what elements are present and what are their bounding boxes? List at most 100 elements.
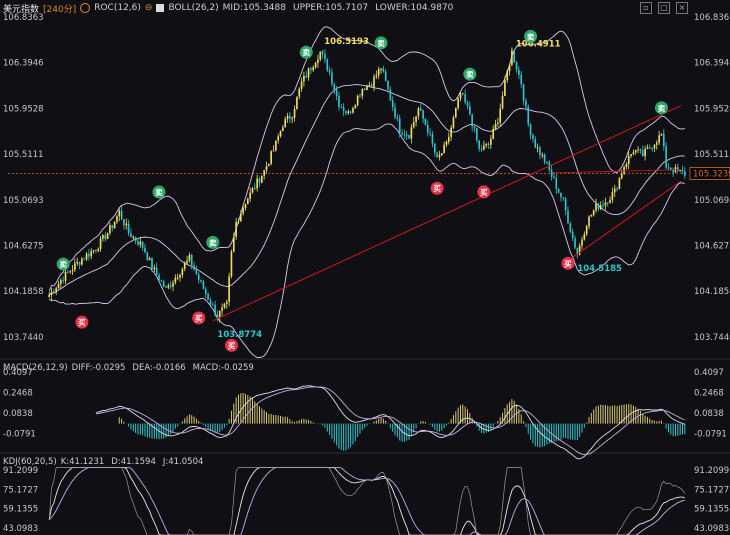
candle-body bbox=[48, 295, 50, 298]
y-tick-right: 104.6275 bbox=[694, 242, 730, 252]
candle-body bbox=[284, 119, 287, 128]
candle-body bbox=[480, 148, 483, 150]
candle-body bbox=[452, 117, 455, 128]
candle-body bbox=[426, 124, 429, 133]
macd-tick-right: 0.0838 bbox=[694, 409, 724, 419]
kdj-tick-left: 75.1727 bbox=[3, 485, 38, 495]
candle-body bbox=[574, 238, 576, 248]
candle-body bbox=[522, 84, 525, 101]
candle-body bbox=[272, 150, 275, 152]
candle-body bbox=[387, 81, 389, 90]
candle-body bbox=[102, 235, 104, 239]
y-tick-left: 106.3946 bbox=[3, 59, 44, 69]
candle-body bbox=[366, 85, 368, 90]
candle-body bbox=[525, 100, 527, 107]
y-tick-right: 105.9528 bbox=[694, 104, 730, 114]
candle-body bbox=[347, 111, 350, 113]
candle-body bbox=[85, 253, 88, 260]
candle-body bbox=[630, 154, 632, 156]
candle-body bbox=[469, 105, 471, 115]
candle-body bbox=[370, 84, 373, 87]
candle-body bbox=[557, 188, 560, 193]
candle-body bbox=[242, 208, 244, 214]
y-tick-left: 106.8363 bbox=[3, 13, 44, 23]
candle-body bbox=[148, 258, 151, 261]
buy-signal-label: 买 bbox=[78, 318, 86, 327]
candle-body bbox=[223, 303, 226, 308]
candle-body bbox=[389, 89, 392, 101]
candle-body bbox=[312, 67, 315, 71]
candle-body bbox=[478, 140, 480, 149]
candle-body bbox=[550, 169, 553, 177]
candle-body bbox=[504, 80, 506, 97]
candle-body bbox=[368, 84, 371, 86]
trend-line-lower bbox=[563, 180, 682, 265]
candle-body bbox=[352, 108, 354, 113]
candle-body bbox=[616, 188, 618, 190]
candle-body bbox=[380, 68, 382, 70]
candle-body bbox=[256, 178, 258, 189]
candle-body bbox=[660, 133, 663, 136]
macd-tick-left: -0.0791 bbox=[3, 430, 36, 440]
kdj-title[interactable]: KDJ(60,20,5) bbox=[3, 457, 57, 467]
candle-body bbox=[520, 74, 523, 85]
candle-body bbox=[669, 168, 672, 170]
candle-body bbox=[331, 72, 333, 84]
candle-body bbox=[338, 95, 340, 108]
candle-body bbox=[95, 250, 97, 252]
candle-body bbox=[419, 108, 422, 111]
candle-body bbox=[282, 127, 284, 131]
candle-body bbox=[317, 59, 319, 64]
candle-body bbox=[207, 293, 209, 300]
candle-body bbox=[532, 134, 534, 139]
candle-body bbox=[345, 110, 347, 113]
candle-body bbox=[632, 152, 635, 155]
kdj-tick-right: 91.2099 bbox=[694, 466, 729, 476]
candle-body bbox=[92, 250, 95, 252]
candle-body bbox=[592, 210, 595, 216]
candle-body bbox=[492, 128, 495, 139]
candle-body bbox=[120, 210, 123, 220]
candle-body bbox=[109, 225, 111, 233]
candle-body bbox=[599, 205, 602, 209]
candle-body bbox=[567, 210, 569, 224]
candle-body bbox=[415, 116, 417, 123]
candle-body bbox=[609, 199, 611, 204]
candle-body bbox=[289, 115, 291, 119]
candle-body bbox=[67, 271, 69, 273]
kdj-j: J:41.0504 bbox=[162, 457, 204, 467]
candle-body bbox=[459, 92, 462, 99]
candle-body bbox=[340, 107, 343, 109]
candle-body bbox=[172, 282, 174, 287]
candle-body bbox=[174, 277, 177, 283]
candle-body bbox=[169, 285, 172, 287]
candle-body bbox=[454, 108, 457, 118]
candle-body bbox=[412, 122, 415, 128]
y-tick-right: 105.0693 bbox=[694, 196, 730, 206]
candle-body bbox=[88, 253, 90, 257]
macd-title[interactable]: MACD(26,12,9) bbox=[3, 363, 68, 373]
candle-body bbox=[541, 154, 544, 156]
candle-body bbox=[57, 283, 60, 289]
candle-body bbox=[50, 291, 53, 296]
sell-signal-label: 卖 bbox=[155, 187, 163, 197]
candle-body bbox=[583, 234, 586, 240]
candle-body bbox=[662, 133, 665, 147]
candle-body bbox=[216, 314, 219, 318]
candle-body bbox=[513, 50, 516, 63]
candle-body bbox=[181, 268, 184, 275]
candle-body bbox=[314, 63, 317, 68]
candle-body bbox=[158, 274, 160, 281]
candle-body bbox=[356, 95, 359, 106]
candle-body bbox=[62, 280, 65, 282]
candle-body bbox=[123, 219, 125, 226]
extreme-label: 106.5193 bbox=[324, 37, 369, 47]
candle-body bbox=[590, 215, 593, 217]
candle-body bbox=[466, 102, 469, 106]
candle-body bbox=[303, 75, 305, 82]
candle-body bbox=[637, 149, 639, 151]
candle-body bbox=[104, 235, 107, 240]
candle-body bbox=[305, 75, 308, 78]
candle-body bbox=[55, 288, 57, 293]
candle-body bbox=[604, 202, 607, 206]
